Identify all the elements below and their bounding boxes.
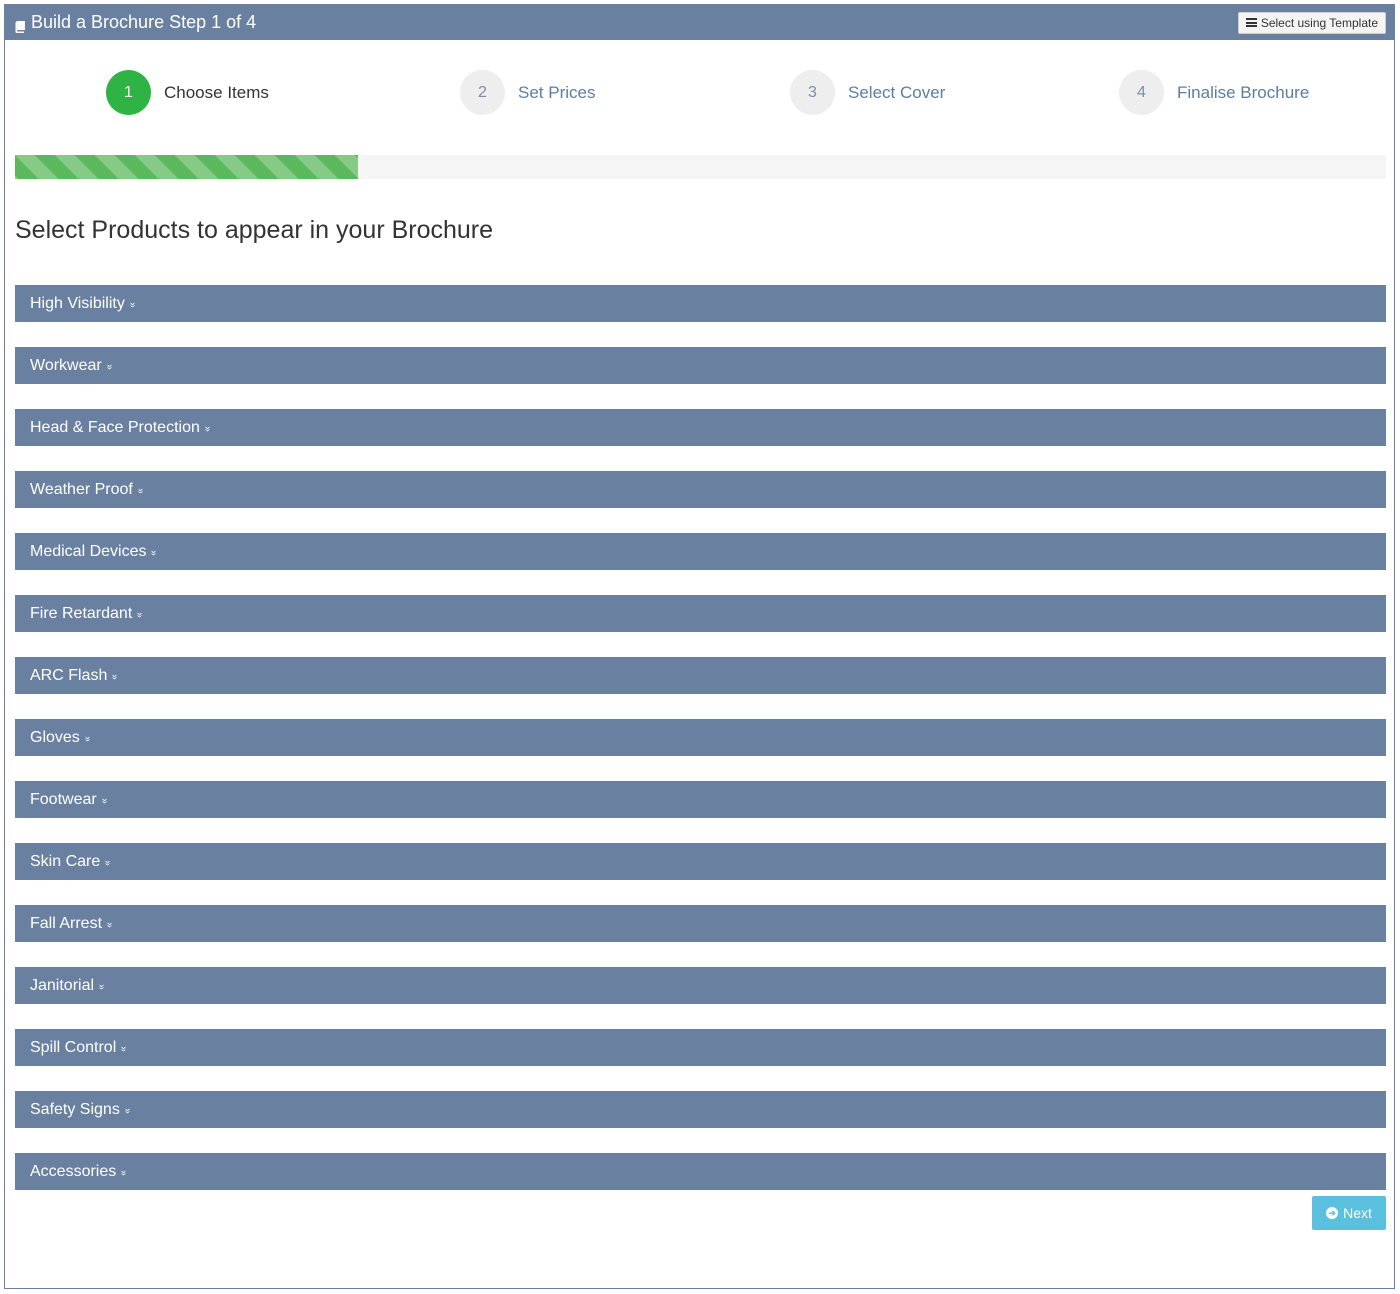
panel-title-text: Build a Brochure Step 1 of 4 [31,12,257,32]
double-chevron-down-icon: » [103,363,115,370]
category-medical-devices[interactable]: Medical Devices» [15,533,1386,570]
category-footwear[interactable]: Footwear» [15,781,1386,818]
step-label: Select Cover [848,82,946,102]
category-label: Skin Care [30,852,101,870]
progress-bar [15,155,358,179]
category-label: Weather Proof [30,480,133,498]
list-icon [1245,18,1257,27]
panel-header: Build a Brochure Step 1 of 4 Select usin… [5,5,1394,40]
double-chevron-down-icon: » [118,1169,130,1176]
category-label: Gloves [30,728,80,746]
wizard-steps: 1 Choose Items 2 Set Prices 3 Select Cov… [5,70,1394,120]
page-heading: Select Products to appear in your Brochu… [15,216,494,244]
category-label: Head & Face Protection [30,418,200,436]
category-head-face-protection[interactable]: Head & Face Protection» [15,409,1386,446]
category-label: Accessories [30,1162,117,1180]
double-chevron-down-icon: » [118,1045,130,1052]
double-chevron-down-icon: » [81,735,93,742]
step-number: 4 [1119,70,1164,115]
category-label: Fire Retardant [30,604,133,622]
progress-track [15,155,1386,179]
category-label: ARC Flash [30,666,108,684]
panel-title: Build a Brochure Step 1 of 4 [15,12,256,33]
category-spill-control[interactable]: Spill Control» [15,1029,1386,1066]
category-high-visibility[interactable]: High Visibility» [15,285,1386,322]
double-chevron-down-icon: » [201,425,213,432]
step-choose-items[interactable]: 1 Choose Items [106,70,269,115]
double-chevron-down-icon: » [102,859,114,866]
step-number: 3 [790,70,835,115]
double-chevron-down-icon: » [95,983,107,990]
category-workwear[interactable]: Workwear» [15,347,1386,384]
category-label: Janitorial [30,976,95,994]
step-label: Finalise Brochure [1177,82,1310,102]
select-template-label: Select using Template [1260,15,1378,30]
double-chevron-down-icon: » [148,549,160,556]
double-chevron-down-icon: » [134,487,146,494]
category-skin-care[interactable]: Skin Care» [15,843,1386,880]
category-fire-retardant[interactable]: Fire Retardant» [15,595,1386,632]
book-icon [15,17,25,33]
category-label: Spill Control [30,1038,117,1056]
category-label: Medical Devices [30,542,147,560]
step-finalise-brochure[interactable]: 4 Finalise Brochure [1119,70,1309,115]
category-janitorial[interactable]: Janitorial» [15,967,1386,1004]
step-label: Set Prices [518,82,596,102]
double-chevron-down-icon: » [103,921,115,928]
category-label: Workwear [30,356,102,374]
step-number: 2 [460,70,505,115]
arrow-circle-right-icon: ➔ [1326,1207,1339,1219]
double-chevron-down-icon: » [121,1107,133,1114]
category-label: Safety Signs [30,1100,120,1118]
category-weather-proof[interactable]: Weather Proof» [15,471,1386,508]
category-gloves[interactable]: Gloves» [15,719,1386,756]
double-chevron-down-icon: » [126,301,138,308]
category-label: Footwear [30,790,97,808]
category-list: High Visibility» Workwear» Head & Face P… [15,285,1386,1215]
step-label: Choose Items [164,82,269,102]
step-number: 1 [106,70,151,115]
category-safety-signs[interactable]: Safety Signs» [15,1091,1386,1128]
double-chevron-down-icon: » [98,797,110,804]
double-chevron-down-icon: » [134,611,146,618]
next-button[interactable]: ➔ Next [1312,1196,1386,1230]
step-select-cover[interactable]: 3 Select Cover [790,70,945,115]
category-accessories[interactable]: Accessories» [15,1153,1386,1190]
category-fall-arrest[interactable]: Fall Arrest» [15,905,1386,942]
select-template-button[interactable]: Select using Template [1237,11,1386,34]
double-chevron-down-icon: » [109,673,121,680]
category-arc-flash[interactable]: ARC Flash» [15,657,1386,694]
category-label: Fall Arrest [30,914,103,932]
next-button-label: Next [1343,1205,1372,1221]
step-set-prices[interactable]: 2 Set Prices [460,70,595,115]
category-label: High Visibility [30,294,125,312]
brochure-panel: Build a Brochure Step 1 of 4 Select usin… [4,4,1395,1289]
